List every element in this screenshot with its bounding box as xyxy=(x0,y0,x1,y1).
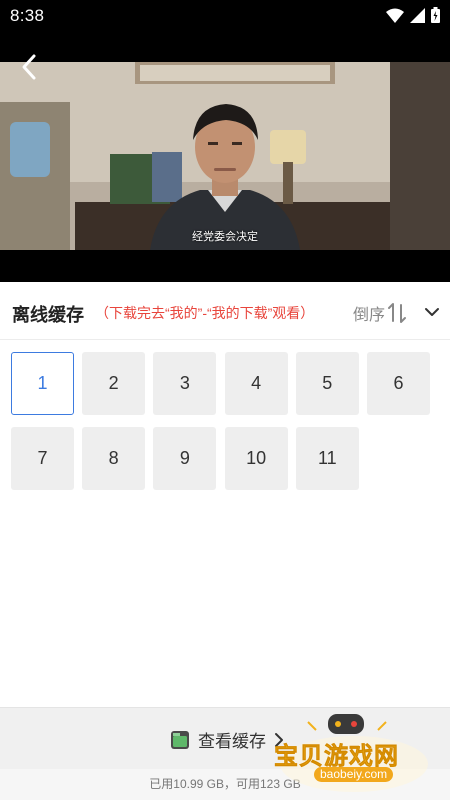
episode-button-7[interactable]: 7 xyxy=(11,427,74,490)
video-frame xyxy=(0,62,450,250)
status-time: 8:38 xyxy=(10,6,45,25)
episode-button-4[interactable]: 4 xyxy=(224,352,288,415)
episode-button-11[interactable]: 11 xyxy=(295,427,359,490)
battery-icon xyxy=(431,7,440,23)
download-hint: （下载完去“我的”-“我的下载”观看） xyxy=(95,305,315,321)
episode-button-6[interactable]: 6 xyxy=(367,352,430,415)
episode-button-2[interactable]: 2 xyxy=(82,352,146,415)
video-subtitle: 经党委会决定 xyxy=(192,231,258,243)
offline-cache-header: 离线缓存 （下载完去“我的”-“我的下载”观看） 倒序 xyxy=(0,282,450,340)
episode-button-3[interactable]: 3 xyxy=(153,352,217,415)
video-player[interactable]: 经党委会决定 xyxy=(0,32,450,282)
sort-button[interactable]: 倒序 xyxy=(353,301,407,325)
status-bar: 8:38 xyxy=(0,0,450,32)
collapse-button[interactable] xyxy=(424,304,440,320)
wifi-icon xyxy=(386,8,404,23)
page-title: 离线缓存 xyxy=(12,305,84,325)
watermark-logo: 宝贝游戏网 baobeiy.com xyxy=(268,712,440,792)
episode-button-8[interactable]: 8 xyxy=(82,427,146,490)
chevron-left-icon xyxy=(22,54,36,80)
watermark-text: 宝贝游戏网 xyxy=(274,743,399,771)
view-cache-button[interactable]: 查看缓存 xyxy=(170,727,284,752)
episode-button-10[interactable]: 10 xyxy=(224,427,288,490)
cache-folder-icon xyxy=(171,730,189,749)
sort-label: 倒序 xyxy=(353,307,386,324)
signal-icon xyxy=(410,7,425,23)
episode-button-5[interactable]: 5 xyxy=(295,352,359,415)
back-button[interactable] xyxy=(18,52,42,82)
view-cache-label: 查看缓存 xyxy=(198,732,266,751)
episode-button-1[interactable]: 1 xyxy=(11,352,74,415)
sort-order-icon xyxy=(388,303,407,323)
watermark-url: baobeiy.com xyxy=(314,767,394,782)
chevron-down-icon xyxy=(425,308,439,316)
status-icons xyxy=(386,7,440,23)
episode-button-9[interactable]: 9 xyxy=(153,427,217,490)
